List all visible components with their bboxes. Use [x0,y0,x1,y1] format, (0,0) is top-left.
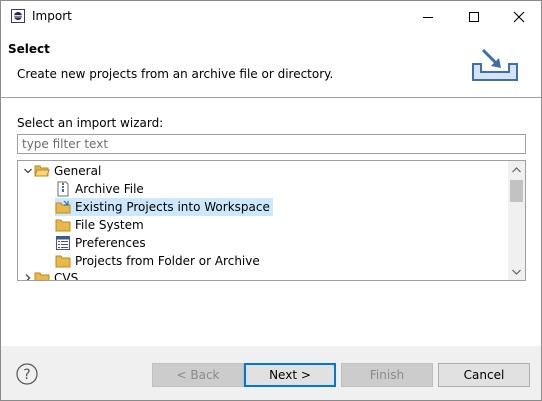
minimize-button[interactable] [405,1,450,32]
wizard-tree: General Archive File Existing Projects i… [17,160,526,281]
tree-node-general-label-wrap: General [34,162,104,180]
tree-item-projects-from-folder[interactable]: Projects from Folder or Archive [55,252,263,270]
preferences-icon [55,235,71,251]
folder-icon [55,217,71,233]
folder-icon [55,253,71,269]
folder-open-icon [34,163,50,179]
close-button[interactable] [496,1,541,32]
button-bar: ? < Back Next > Finish Cancel [1,346,541,400]
tree-item-existing-projects[interactable]: Existing Projects into Workspace [55,198,273,216]
maximize-button[interactable] [451,1,496,32]
filter-input[interactable] [17,134,526,154]
wizard-content: Select an import wizard: General [1,98,541,346]
eclipse-app-icon [11,9,25,23]
page-description: Create new projects from an archive file… [17,67,334,81]
wizard-list-label: Select an import wizard: [17,116,164,130]
scroll-up-icon[interactable] [508,161,525,178]
help-icon[interactable]: ? [16,363,38,385]
tree-item-label: Preferences [75,236,146,250]
finish-button[interactable]: Finish [341,363,433,387]
wizard-header: Select Create new projects from an archi… [1,32,541,97]
cancel-button[interactable]: Cancel [438,363,530,387]
tree-item-archive-file[interactable]: Archive File [55,180,147,198]
tree-item-label: Projects from Folder or Archive [75,254,260,268]
existing-projects-icon [55,199,71,215]
tree-item-archive-file-wrap: Archive File [55,180,147,198]
archive-file-icon [55,181,71,197]
scroll-down-icon[interactable] [508,263,525,280]
tree-node-cvs[interactable]: CVS [22,269,81,281]
svg-text:?: ? [23,367,30,383]
scrollbar-thumb[interactable] [510,180,523,202]
tree-scrollbar[interactable] [508,161,525,280]
tree-item-file-system-wrap: File System [55,216,147,234]
folder-icon [34,270,50,280]
tree-node-cvs-wrap: CVS [34,269,81,281]
tree-item-label: Archive File [75,182,144,196]
tree-item-projects-from-folder-wrap: Projects from Folder or Archive [55,252,263,270]
tree-item-label: File System [75,218,144,232]
tree-node-general[interactable]: General [22,162,104,180]
window-title: Import [32,9,72,23]
chevron-down-icon[interactable] [22,162,34,180]
tree-node-label: General [54,164,102,178]
tree-item-preferences-wrap: Preferences [55,234,149,252]
title-bar: Import [1,1,541,32]
import-dialog: Import Select Create new projects from a… [0,0,542,401]
import-wizard-banner-icon [469,46,521,86]
tree-item-file-system[interactable]: File System [55,216,147,234]
chevron-right-icon[interactable] [22,269,34,280]
page-title: Select [8,42,50,56]
back-button[interactable]: < Back [152,363,244,387]
tree-item-label: Existing Projects into Workspace [75,200,270,214]
tree-item-preferences[interactable]: Preferences [55,234,149,252]
next-button[interactable]: Next > [244,363,336,387]
tree-item-existing-projects-wrap: Existing Projects into Workspace [55,198,273,216]
tree-node-label: CVS [54,271,79,281]
